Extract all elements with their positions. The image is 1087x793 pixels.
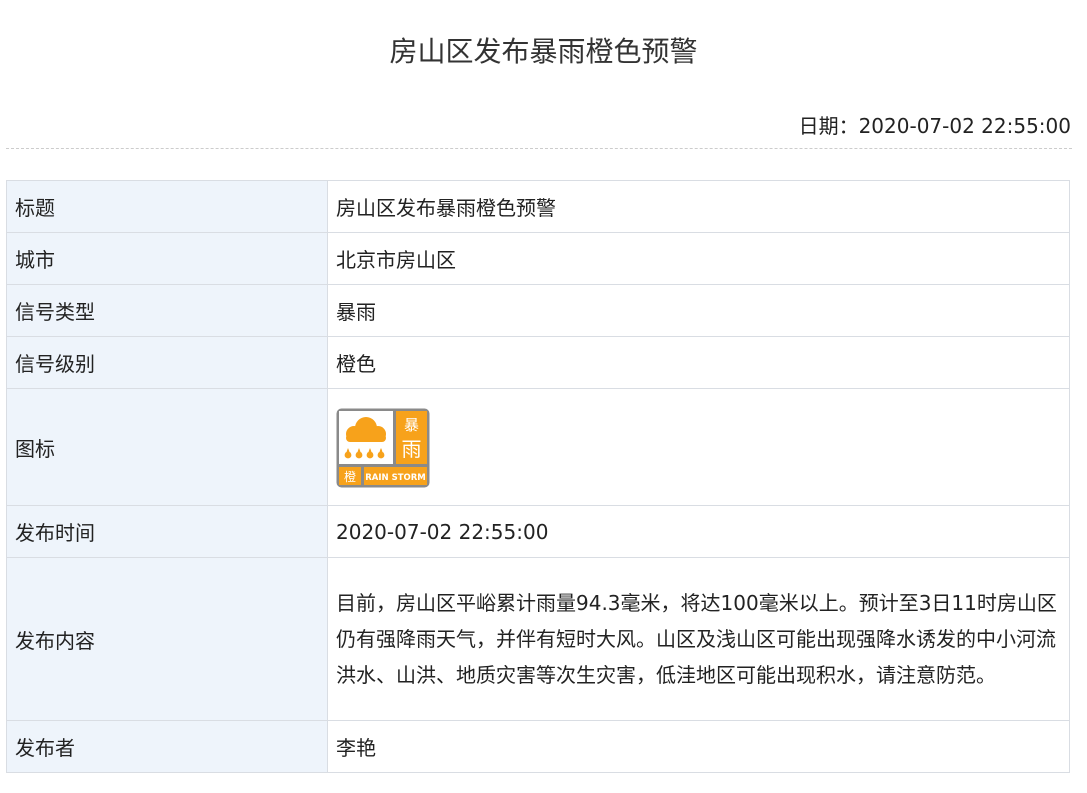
row-key: 发布内容 [6,557,328,721]
row-key: 城市 [6,232,328,285]
icon-top-glyph: 暴 [404,416,419,434]
table-row-signal-type: 信号类型 暴雨 [6,284,1070,337]
row-value-title: 房山区发布暴雨橙色预警 [327,180,1070,233]
dashed-divider [6,148,1072,149]
publish-date: 日期：2020-07-02 22:55:00 [799,112,1071,140]
icon-main-glyph: 雨 [402,437,422,461]
table-row-publish-time: 发布时间 2020-07-02 22:55:00 [6,505,1070,558]
date-label: 日期： [798,114,859,138]
row-value-signal-level: 橙色 [327,336,1070,389]
table-row-icon: 图标 暴 雨 橙 RAIN STORM [6,388,1070,506]
row-key: 图标 [6,388,328,506]
row-value-city: 北京市房山区 [327,232,1070,285]
row-value-icon: 暴 雨 橙 RAIN STORM [327,388,1070,506]
table-row-signal-level: 信号级别 橙色 [6,336,1070,389]
icon-level-glyph: 橙 [344,469,356,484]
row-key: 信号级别 [6,336,328,389]
table-row-title: 标题 房山区发布暴雨橙色预警 [6,180,1070,233]
page-title: 房山区发布暴雨橙色预警 [389,35,698,68]
row-key: 信号类型 [6,284,328,337]
icon-caption: RAIN STORM [365,473,426,483]
row-value-publish-time: 2020-07-02 22:55:00 [327,505,1070,558]
row-value-signal-type: 暴雨 [327,284,1070,337]
table-row-content: 发布内容 目前，房山区平峪累计雨量94.3毫米，将达100毫米以上。预计至3日1… [6,557,1070,721]
date-value: 2020-07-02 22:55:00 [858,114,1071,138]
row-value-publisher: 李艳 [327,720,1070,773]
table-row-publisher: 发布者 李艳 [6,720,1070,773]
row-value-content: 目前，房山区平峪累计雨量94.3毫米，将达100毫米以上。预计至3日11时房山区… [327,557,1070,721]
table-row-city: 城市 北京市房山区 [6,232,1070,285]
row-key: 发布时间 [6,505,328,558]
row-key: 发布者 [6,720,328,773]
row-key: 标题 [6,180,328,233]
warning-info-table: 标题 房山区发布暴雨橙色预警 城市 北京市房山区 信号类型 暴雨 信号级别 橙色… [6,180,1070,773]
rainstorm-orange-warning-icon: 暴 雨 橙 RAIN STORM [336,408,430,488]
